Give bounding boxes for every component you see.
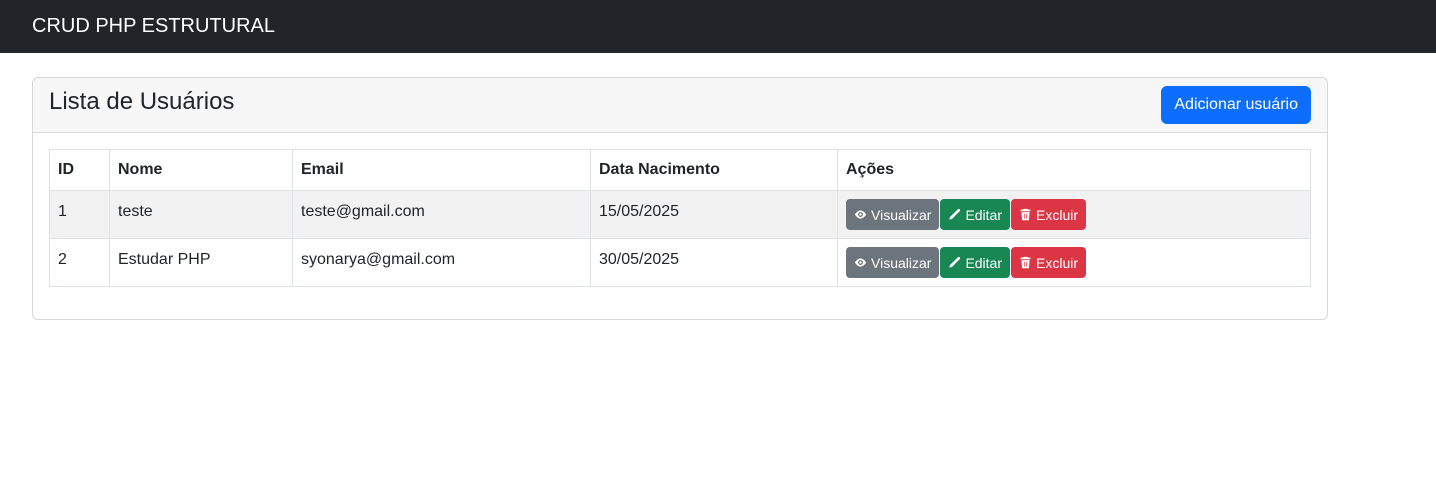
edit-button[interactable]: Editar bbox=[940, 247, 1011, 278]
view-button-label: Visualizar bbox=[871, 206, 932, 223]
eye-icon bbox=[854, 258, 867, 267]
pencil-icon bbox=[949, 208, 961, 220]
navbar: CRUD PHP ESTRUTURAL bbox=[0, 0, 1436, 53]
table-row: 1 teste teste@gmail.com 15/05/2025 Visua… bbox=[49, 190, 1311, 239]
cell-email: syonarya@gmail.com bbox=[292, 238, 591, 287]
edit-button-label: Editar bbox=[965, 206, 1003, 223]
delete-button[interactable]: Excluir bbox=[1011, 247, 1087, 278]
table-row: 2 Estudar PHP syonarya@gmail.com 30/05/2… bbox=[49, 238, 1311, 287]
cell-email: teste@gmail.com bbox=[292, 190, 591, 239]
delete-button-label: Excluir bbox=[1036, 254, 1079, 271]
table-header-row: ID Nome Email Data Nacimento Ações bbox=[49, 149, 1311, 191]
view-button[interactable]: Visualizar bbox=[846, 247, 940, 278]
add-user-button[interactable]: Adicionar usuário bbox=[1161, 86, 1311, 124]
cell-actions: Visualizar Editar Excluir bbox=[837, 190, 1311, 239]
cell-nome: teste bbox=[109, 190, 293, 239]
cell-actions: Visualizar Editar Excluir bbox=[837, 238, 1311, 287]
delete-button-label: Excluir bbox=[1036, 206, 1079, 223]
header-nome: Nome bbox=[109, 149, 293, 191]
cell-id: 2 bbox=[49, 238, 110, 287]
users-table: ID Nome Email Data Nacimento Ações 1 tes… bbox=[49, 149, 1311, 287]
card-header: Lista de Usuários Adicionar usuário bbox=[33, 78, 1327, 133]
delete-button[interactable]: Excluir bbox=[1011, 199, 1087, 230]
cell-id: 1 bbox=[49, 190, 110, 239]
page-title: Lista de Usuários bbox=[49, 88, 235, 115]
header-email: Email bbox=[292, 149, 591, 191]
edit-button-label: Editar bbox=[965, 254, 1003, 271]
cell-data: 15/05/2025 bbox=[590, 190, 838, 239]
eye-icon bbox=[854, 210, 867, 219]
trash-icon bbox=[1020, 208, 1031, 221]
trash-icon bbox=[1020, 256, 1031, 269]
header-id: ID bbox=[49, 149, 110, 191]
users-card: Lista de Usuários Adicionar usuário ID N… bbox=[32, 77, 1328, 320]
edit-button[interactable]: Editar bbox=[940, 199, 1011, 230]
pencil-icon bbox=[949, 256, 961, 268]
view-button-label: Visualizar bbox=[871, 254, 932, 271]
view-button[interactable]: Visualizar bbox=[846, 199, 940, 230]
header-data-nascimento: Data Nacimento bbox=[590, 149, 838, 191]
cell-nome: Estudar PHP bbox=[109, 238, 293, 287]
navbar-brand[interactable]: CRUD PHP ESTRUTURAL bbox=[32, 15, 275, 38]
card-body: ID Nome Email Data Nacimento Ações 1 tes… bbox=[33, 133, 1327, 303]
cell-data: 30/05/2025 bbox=[590, 238, 838, 287]
header-acoes: Ações bbox=[837, 149, 1311, 191]
